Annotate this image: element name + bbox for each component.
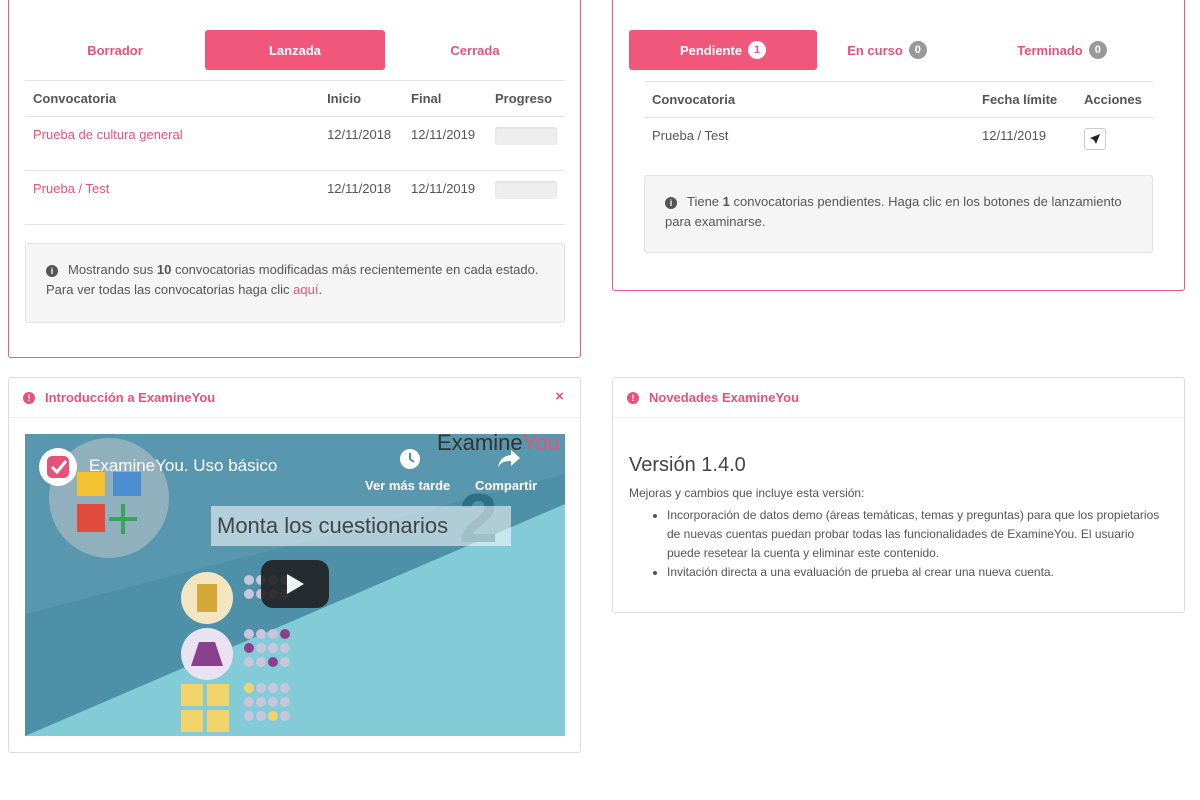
end-date: 12/11/2019 xyxy=(403,116,487,171)
tab-label: Pendiente xyxy=(679,42,743,58)
table-header-row: Convocatoria Inicio Final Progreso xyxy=(25,80,565,117)
column-header: Fecha límite xyxy=(974,81,1076,118)
info-count: 1 xyxy=(722,194,730,209)
panel-title: Novedades ExamineYou xyxy=(649,390,800,405)
info-message: i Tiene 1 convocatorias pendientes. Haga … xyxy=(644,175,1153,253)
share-icon[interactable] xyxy=(497,448,521,470)
tab-terminado[interactable]: Terminado 0 xyxy=(957,30,1167,70)
column-header: Acciones xyxy=(1076,81,1153,118)
info-text-post: convocatorias pendientes. Haga clic en l… xyxy=(665,194,1122,229)
progress-cell xyxy=(487,116,565,171)
tab-label: Lanzada xyxy=(268,42,321,58)
actions-cell xyxy=(1076,118,1153,172)
brand-part-b: You xyxy=(522,434,560,455)
start-date: 12/11/2018 xyxy=(319,116,404,171)
progress-bar xyxy=(495,181,557,199)
deadline-date: 12/11/2019 xyxy=(982,128,1047,143)
tab-cerrada[interactable]: Cerrada xyxy=(385,30,565,70)
changes-list: Incorporación de datos demo (áreas temát… xyxy=(653,506,1163,582)
progress-cell xyxy=(487,170,565,225)
news-panel: ! Novedades ExamineYou Versión 1.4.0 Mej… xyxy=(612,377,1185,613)
table-row: Prueba / Test 12/11/2019 xyxy=(644,118,1153,172)
tab-label: Terminado xyxy=(1017,42,1083,58)
pending-table: Convocatoria Fecha límite Acciones Prueb… xyxy=(644,81,1153,172)
tab-label: Borrador xyxy=(87,42,143,58)
table-row: Prueba de cultura general 12/11/2018 12/… xyxy=(25,116,565,171)
column-header: Final xyxy=(403,80,487,117)
alert-icon: ! xyxy=(23,391,35,404)
info-count: 10 xyxy=(156,262,172,277)
column-header: Convocatoria xyxy=(644,81,974,118)
close-button[interactable]: × xyxy=(555,388,564,405)
launched-calls-panel: Borrador Lanzada Cerrada Convocatoria In… xyxy=(8,0,581,358)
alert-icon: ! xyxy=(627,391,639,404)
tab-label: En curso xyxy=(847,42,903,58)
tab-pendiente[interactable]: Pendiente 1 xyxy=(629,30,817,70)
column-header: Inicio xyxy=(319,80,404,117)
calls-table: Convocatoria Inicio Final Progreso Prueb… xyxy=(25,80,565,225)
intro-panel: ! Introducción a ExamineYou × ExamineYou… xyxy=(8,377,581,753)
progress-bar xyxy=(495,127,557,145)
panel-title: Introducción a ExamineYou xyxy=(45,390,216,405)
see-all-link[interactable]: aquí xyxy=(293,282,318,297)
launch-button[interactable] xyxy=(1084,128,1106,150)
table-header-row: Convocatoria Fecha límite Acciones xyxy=(644,81,1153,118)
tab-lanzada[interactable]: Lanzada xyxy=(205,30,385,70)
panel-header: ! Introducción a ExamineYou × xyxy=(9,378,580,418)
version-title: Versión 1.4.0 xyxy=(629,454,746,476)
tab-label: Cerrada xyxy=(450,42,500,58)
video-logo xyxy=(39,448,77,486)
info-icon: i xyxy=(46,265,58,277)
share-button[interactable]: Compartir xyxy=(475,478,537,493)
table-row: Prueba / Test 12/11/2018 12/11/2019 xyxy=(25,170,565,225)
video-title: ExamineYou. Uso básico xyxy=(89,456,278,475)
rocket-icon xyxy=(1090,134,1100,144)
column-header: Convocatoria xyxy=(25,80,320,117)
play-icon xyxy=(287,574,304,594)
call-name-link[interactable]: Prueba de cultura general xyxy=(25,116,320,171)
info-message: i Mostrando sus 10 convocatorias modifica… xyxy=(25,243,565,323)
end-date: 12/11/2019 xyxy=(403,170,487,225)
call-name-link[interactable]: Prueba / Test xyxy=(25,170,320,225)
info-icon: i xyxy=(665,197,677,209)
start-date: 12/11/2018 xyxy=(319,170,404,225)
info-text-pre: Mostrando sus xyxy=(68,262,157,277)
version-subtitle: Mejoras y cambios que incluye esta versi… xyxy=(629,486,865,500)
tab-en-curso[interactable]: En curso 0 xyxy=(817,30,957,70)
info-text-pre: Tiene xyxy=(687,194,723,209)
clock-icon[interactable] xyxy=(399,448,421,470)
video-headline: Monta los cuestionarios xyxy=(211,506,511,546)
column-header: Progreso xyxy=(487,80,565,117)
panel-header: ! Novedades ExamineYou xyxy=(613,378,1184,418)
watch-later-button[interactable]: Ver más tarde xyxy=(365,478,450,493)
tab-borrador[interactable]: Borrador xyxy=(25,30,205,70)
list-item: Incorporación de datos demo (áreas temát… xyxy=(667,506,1163,563)
count-badge: 1 xyxy=(748,41,767,59)
list-item: Invitación directa a una evaluación de p… xyxy=(667,563,1163,582)
pending-calls-panel: Pendiente 1 En curso 0 Terminado 0 Convo… xyxy=(612,0,1185,291)
count-badge: 0 xyxy=(1088,41,1107,59)
status-tabs: Borrador Lanzada Cerrada xyxy=(25,30,565,70)
info-text-end: . xyxy=(318,282,323,297)
status-tabs: Pendiente 1 En curso 0 Terminado 0 xyxy=(629,30,1167,70)
intro-video[interactable]: 2 ExamineYou. Uso básico ExamineYou Ver … xyxy=(25,434,565,736)
call-name: Prueba / Test xyxy=(652,128,729,143)
count-badge: 0 xyxy=(908,41,927,59)
checkmark-icon xyxy=(47,456,69,478)
play-button[interactable] xyxy=(261,560,329,608)
